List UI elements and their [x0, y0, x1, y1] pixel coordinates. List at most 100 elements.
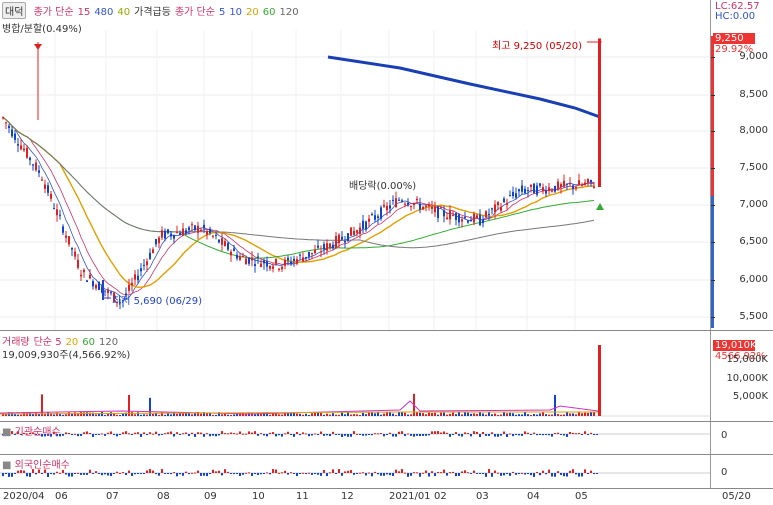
candle-body: [182, 228, 184, 236]
volume-axis[interactable]: 19,010K 4566.92% 15,000K 10,000K 5,000K: [710, 331, 773, 421]
flow-bar: [26, 473, 28, 477]
flow-bar: [302, 472, 304, 474]
volume-bar: [308, 414, 310, 416]
low-annotation: 최저 5,690 (06/29): [112, 296, 203, 307]
legend-item[interactable]: 가격급등: [134, 7, 171, 18]
flow-bar: [119, 472, 121, 474]
flow-bar: [185, 471, 187, 473]
flow-bar: [143, 432, 145, 434]
volume-pane[interactable]: 거래량 단순 5 20 60 120 19,009,930주(4,566.92%): [0, 331, 710, 421]
candle-body: [440, 207, 442, 209]
flow-bar: [431, 431, 433, 434]
flow-bar: [350, 434, 352, 437]
flow-bar: [398, 471, 400, 473]
flow-bar: [401, 469, 403, 473]
candle-body: [422, 206, 424, 210]
candle-body: [452, 214, 454, 216]
flow-bar: [470, 473, 472, 474]
flow-bar: [557, 471, 559, 473]
x-axis: 2020/04 06 07 08 09 10 11 12 2021/01 02 03 04 05: [0, 488, 773, 505]
price-tick: 9,000: [739, 51, 768, 62]
legend-item[interactable]: 종가 단순: [175, 7, 215, 18]
x-axis-label: 11: [296, 491, 309, 502]
flow-bar: [596, 473, 598, 474]
candle-body: [335, 236, 337, 248]
flow-bar: [143, 473, 145, 474]
price-axis[interactable]: LC:62.57 HC:0.00 9,250 29.92% 9,000 8,500…: [710, 0, 773, 330]
flow-bar: [338, 434, 340, 435]
flow-bar: [497, 472, 499, 474]
candle-body: [578, 180, 580, 185]
flow-bar: [251, 473, 253, 476]
flow-bar: [422, 472, 424, 474]
flow-bar: [209, 473, 211, 474]
ma-line: [2, 116, 595, 259]
flow-bar: [590, 432, 592, 434]
flow-bar: [254, 473, 256, 474]
volume-bar: [488, 412, 490, 416]
volume-bar: [278, 414, 280, 416]
volume-bar: [491, 414, 493, 416]
volume-bar: [68, 412, 70, 416]
flow-bar: [92, 473, 94, 474]
candle-body: [593, 186, 595, 188]
flow-bar: [425, 434, 427, 436]
legend-item[interactable]: 120: [280, 7, 299, 18]
candle-body: [50, 193, 52, 199]
volume-bar: [509, 412, 511, 416]
candle-body: [251, 257, 253, 261]
candle-body: [347, 233, 349, 241]
volume-bar: [65, 414, 67, 416]
flow-bar: [473, 470, 475, 473]
legend-item[interactable]: 5: [219, 7, 225, 18]
flow-bar: [242, 473, 244, 475]
candle-body: [542, 187, 544, 192]
candle-body: [419, 203, 421, 210]
candle-body: [485, 211, 487, 218]
candle-body: [137, 275, 139, 281]
legend-item[interactable]: 40: [117, 7, 130, 18]
flow-bar: [257, 473, 259, 475]
legend-item[interactable]: 10: [229, 7, 242, 18]
flow-bar: [299, 473, 301, 474]
flow-bar: [308, 472, 310, 474]
candle-body: [17, 144, 19, 146]
legend-item[interactable]: 15: [78, 7, 91, 18]
flow-bar: [578, 432, 580, 434]
candle-body: [533, 183, 535, 194]
volume-bar: [212, 414, 214, 416]
volume-bar: [164, 414, 166, 416]
volume-bar: [464, 412, 466, 416]
flow-bar: [506, 434, 508, 437]
flow-bar: [587, 473, 589, 474]
price-tick: 7,500: [739, 162, 768, 173]
foreign-pane[interactable]: ■ 외국인순매수: [0, 455, 710, 488]
candle-body: [449, 210, 451, 220]
flow-bar: [326, 473, 328, 477]
candle-body: [497, 202, 499, 206]
legend-item[interactable]: 종가 단순: [34, 7, 74, 18]
flow-bar: [221, 431, 223, 434]
flow-bar: [131, 434, 133, 435]
candle-body: [53, 208, 55, 210]
candle-body: [278, 268, 280, 270]
flow-bar: [506, 473, 508, 474]
legend-item[interactable]: 20: [246, 7, 259, 18]
legend-item[interactable]: 60: [263, 7, 276, 18]
volume-bar: [515, 414, 517, 416]
flow-bar: [200, 432, 202, 434]
flow-bar: [14, 473, 16, 474]
candle-body: [161, 230, 163, 238]
hc-label: HC:0.00: [715, 11, 756, 22]
price-pane[interactable]: 대덕 종가 단순 15 480 40 가격급등 종가 단순 5 10 20 60 120 병합/분할…: [0, 0, 710, 330]
legend-item[interactable]: 480: [94, 7, 113, 18]
flow-bar: [374, 471, 376, 473]
x-axis-label: 10: [252, 491, 265, 502]
flow-bar: [311, 434, 313, 436]
flow-bar: [518, 434, 520, 436]
flow-bar: [179, 434, 181, 435]
flow-bar: [410, 434, 412, 436]
period-button[interactable]: 대덕: [2, 2, 27, 19]
price-tick: 6,000: [739, 274, 768, 285]
institution-pane[interactable]: ■ 기관순매수: [0, 422, 710, 454]
